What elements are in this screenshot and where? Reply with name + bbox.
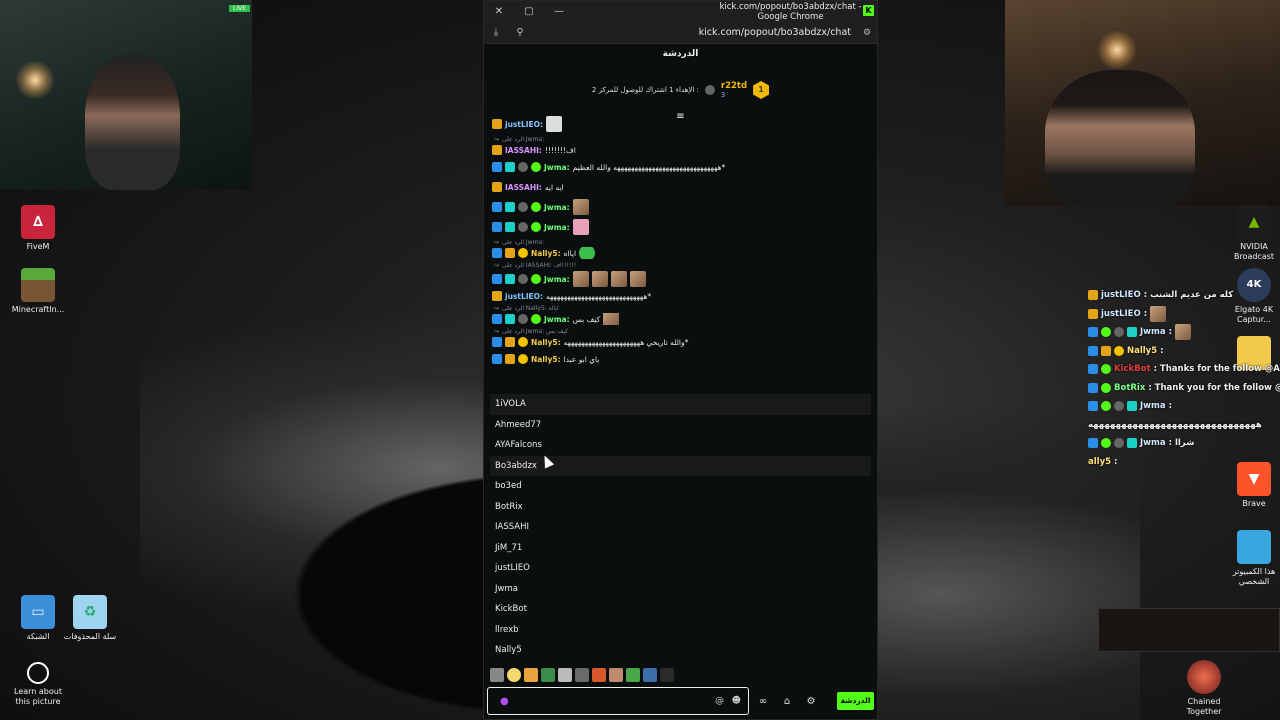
chained-together-icon [1187,660,1221,694]
send-chat-button[interactable]: الدردشة [837,692,874,710]
emote-button[interactable] [592,668,606,682]
chat-message: Nally5: ايااه [492,247,869,259]
overlay-message: KickBot: Thanks for the follow @A [1088,360,1280,379]
fivem-icon: ∆ [21,205,55,239]
desktop-icon-chained-together[interactable]: Chained Together [1172,660,1236,717]
pinned-text: الإهداء 1 اشتراك للوصول للمركز 2 : [591,86,699,94]
mention-autocomplete: 1iVOLA Ahmeed77 AYAFalcons Bo3abdzx bo3e… [490,394,871,661]
pinned-username[interactable]: r22td [721,81,747,91]
info-icon [704,85,715,95]
emote-button[interactable] [575,668,589,682]
kick-logo-icon: K [863,5,874,16]
network-icon: ▭ [21,595,55,629]
mention-option[interactable]: AYAFalcons [490,435,871,456]
overlay-message: Nally5: [1088,342,1280,361]
chat-input-box[interactable]: ● @ ☻ [487,687,749,715]
chat-input[interactable] [516,696,716,706]
rank-badge: 1 [753,81,770,99]
emote-button[interactable] [541,668,555,682]
mention-option[interactable]: Ahmeed77 [490,415,871,436]
mention-option[interactable]: justLIEO [490,558,871,579]
overlay-message: justLIEO: كله من عديم الشنب [1088,286,1280,305]
reply-context: ↪ الرد على IASSAHI: اف!!!!!! [494,262,577,269]
gear-icon[interactable]: ⚙ [801,696,821,707]
learn-icon [27,662,49,684]
overlay-message: justLIEO: [1088,305,1280,324]
pinned-count: 3 [720,91,726,99]
mention-option[interactable]: BotRix [490,497,871,518]
live-badge: LIVE [228,5,250,12]
chat-header-title: الدردشة [662,49,699,59]
emote-button[interactable] [626,668,640,682]
search-icon[interactable]: ⚲ [508,27,532,38]
reply-context: ↪ الرد على Jwma: كيف بس [494,328,569,335]
overlay-message: Jwma: [1088,323,1280,342]
overlay-message: ally5: [1088,456,1118,467]
emote-button[interactable] [609,668,623,682]
chat-message: Jwma: [492,198,869,216]
mention-option[interactable]: Jwma [490,579,871,600]
mention-option[interactable]: IASSAHI [490,517,871,538]
webcam-right [1005,0,1280,206]
window-title: kick.com/popout/bo3abdzx/chat - Google C… [719,1,862,22]
this-pc-icon [1237,530,1271,564]
chat-message: IASSAHI: ايه ايه [492,178,869,196]
mention-option[interactable]: bo3ed [490,476,871,497]
mention-option[interactable]: KickBot [490,599,871,620]
desktop-icon-recycle-bin[interactable]: ♻ سلة المحذوفات [58,595,122,642]
emote-button[interactable] [524,668,538,682]
mention-option[interactable]: llrexb [490,620,871,641]
mention-option[interactable]: JiM_71 [490,538,871,559]
reply-context: ↪ الرد على Nally5: ايااه [494,305,559,312]
webcam-left: LIVE [0,0,252,190]
url-bar: ⤓ ⚲ kick.com/popout/bo3abdzx/chat ⚙ [484,22,877,44]
reply-context: ↪ الرد على Jwma: [494,136,545,143]
chat-message: Jwma: كيف بس [492,313,869,325]
overlay-message: Jwma: [1088,397,1280,416]
pinned-leaderboard: الإهداء 1 اشتراك للوصول للمركز 2 : r22td… [490,68,871,112]
chat-message: justLIEO: ههههههههههههههههههههههههههههه* [492,290,869,302]
quick-emote-bar [490,666,674,684]
reply-context: ↪ الرد على Jwma: [494,239,545,246]
chat-message: Jwma: ههههههههههههههههههههههههههههههه وال… [492,158,869,176]
overlay-message: Jwma: شراا [1088,434,1280,453]
mention-option[interactable]: Nally5 [490,640,871,661]
chrome-popup-window: ✕ ▢ — kick.com/popout/bo3abdzx/chat - Go… [483,0,878,720]
desktop-icon-fivem[interactable]: ∆ FiveM [6,205,70,252]
site-settings-icon[interactable]: ⚙ [863,28,871,38]
emote-button[interactable] [660,668,674,682]
mention-icon[interactable]: @ [715,696,724,706]
download-icon[interactable]: ⤓ [484,27,508,38]
overlay-message: ههههههههههههههههههههههههههههههه [1088,419,1262,430]
chat-message: IASSAHI: !!!!!!!اف [492,144,869,156]
emote-button[interactable] [490,668,504,682]
link-icon[interactable]: ∞ [753,696,773,707]
mic-icon[interactable]: ● [500,696,509,707]
desktop-icon-nvidia[interactable]: ▲ NVIDIA Broadcast [1222,205,1280,262]
emote-button[interactable] [558,668,572,682]
desktop-icon-this-pc[interactable]: هذا الكمبيوتر الشخصي [1222,530,1280,587]
chat-message: Jwma: [492,270,869,288]
title-bar: ✕ ▢ — kick.com/popout/bo3abdzx/chat - Go… [484,1,877,22]
emote-button[interactable] [643,668,657,682]
desktop-icon-minecraft[interactable]: MinecraftIn... [6,268,70,315]
chat-input-row: ● @ ☻ ∞ ⌂ ⚙ الدردشة [487,687,874,715]
chat-message: Nally5: باي ابو عبدا [492,350,869,368]
chat-message: Jwma: [492,218,869,236]
mention-option[interactable]: 1iVOLA [490,394,871,415]
stream-chat-overlay: justLIEO: كله من عديم الشنب justLIEO: Jw… [1088,286,1280,471]
emote-button[interactable] [507,668,521,682]
store-icon[interactable]: ⌂ [777,696,797,707]
chat-messages: justLIEO: ↪ الرد على Jwma: IASSAHI:!!!!!!… [484,115,877,393]
chat-message: Nally5: والله تاريخي هههههههههههههههههههه… [492,336,869,348]
emoji-icon[interactable]: ☻ [732,696,741,706]
desktop-icon-learn[interactable]: Learn about this picture [6,662,70,707]
chat-message: justLIEO: [492,115,869,133]
overlay-thumbnail [1098,608,1280,652]
nvidia-icon: ▲ [1237,205,1271,239]
overlay-message: BotRix: Thank you for the follow @ [1088,379,1280,398]
minecraft-icon [21,268,55,302]
url-text[interactable]: kick.com/popout/bo3abdzx/chat [699,27,851,38]
recycle-bin-icon: ♻ [73,595,107,629]
